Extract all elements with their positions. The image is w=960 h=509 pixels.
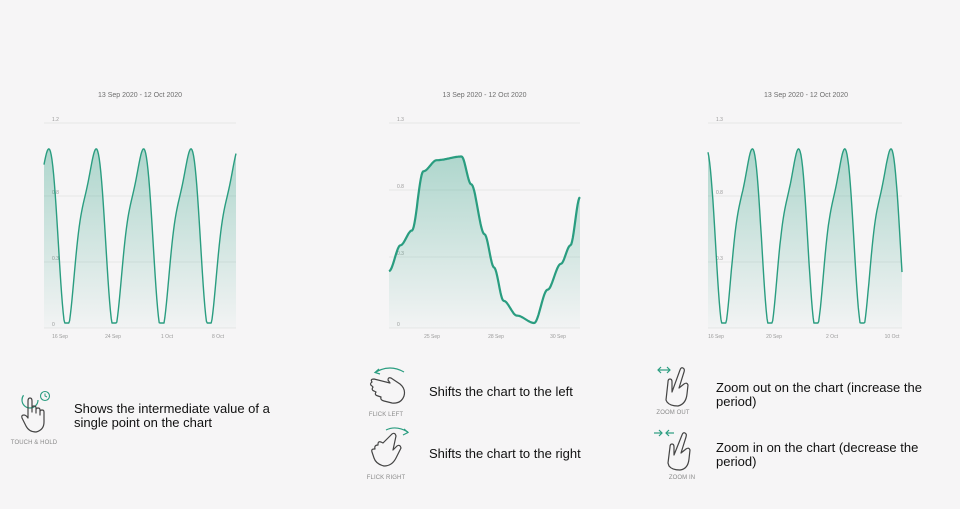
x-tick-label: 1 Oct (161, 334, 174, 340)
chart-panel-zoom[interactable]: 13 Sep 2020 - 12 Oct 2020 1.3 0.8 0.3 16 Se… (706, 88, 906, 343)
flick-left-description: Shifts the chart to the left (429, 384, 573, 399)
series-area (389, 156, 580, 328)
x-tick-label: 30 Sep (550, 334, 566, 340)
zoom-out-icon (657, 366, 689, 407)
x-tick-label: 28 Sep (488, 334, 504, 340)
zoom-out-caption: ZOOM OUT (656, 410, 690, 416)
x-tick-label: 20 Sep (766, 334, 782, 340)
touch-hold-description: Shows the intermediate value of a single… (74, 401, 270, 430)
area-chart[interactable]: 1.30.80.316 Sep 20 Sep 2 Oct 10 Oct (706, 88, 906, 343)
area-chart[interactable]: 1.30.80.3025 Sep28 Sep30 Sep (387, 88, 582, 343)
x-tick-label: 16 Sep (52, 334, 68, 340)
y-tick-label: 1.3 (397, 117, 404, 123)
x-tick-label: 10 Oct (885, 334, 900, 340)
x-tick-label: 25 Sep (424, 334, 440, 340)
flick-right-caption: FLICK RIGHT (366, 475, 406, 481)
flick-right-description: Shifts the chart to the right (429, 446, 581, 461)
flick-left-caption: FLICK LEFT (368, 412, 404, 418)
y-tick-label: 1.3 (716, 117, 723, 123)
x-tick-label: 24 Sep (105, 334, 121, 340)
touch-hold-icon (21, 390, 51, 433)
x-tick-label: 8 Oct (212, 334, 225, 340)
zoom-in-caption: ZOOM IN (668, 475, 696, 481)
x-tick-label: 2 Oct (826, 334, 839, 340)
y-tick-label: 0.8 (397, 184, 404, 190)
flick-left-icon (369, 367, 406, 404)
chart-panel-touch-hold[interactable]: 13 Sep 2020 - 12 Oct 2020 1.20.80.3016 S… (40, 88, 240, 343)
zoom-in-description: Zoom in on the chart (decrease the perio… (716, 440, 919, 469)
chart-panel-flick[interactable]: 13 Sep 2020 - 12 Oct 2020 1.30.80.3025 S… (387, 88, 582, 343)
touch-hold-caption: TOUCH & HOLD (10, 440, 58, 446)
x-tick-label: 16 Sep (708, 334, 724, 340)
y-tick-label: 1.2 (52, 117, 59, 123)
y-tick-label: 0.8 (716, 190, 723, 196)
zoom-out-description: Zoom out on the chart (increase the peri… (716, 380, 922, 409)
area-chart[interactable]: 1.20.80.3016 Sep24 Sep1 Oct8 Oct (40, 88, 240, 343)
flick-right-icon (371, 427, 410, 467)
zoom-in-icon (654, 429, 691, 471)
series-area (44, 148, 236, 328)
